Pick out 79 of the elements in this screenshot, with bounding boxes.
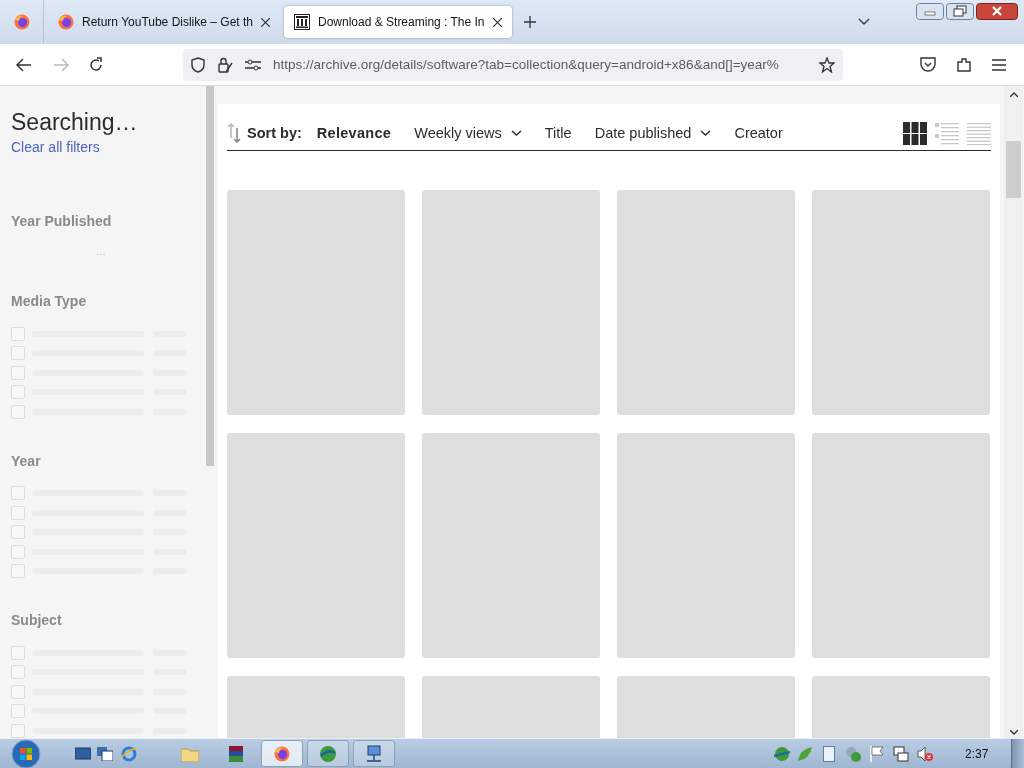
pocket-icon[interactable] xyxy=(920,57,936,72)
sort-arrows-icon xyxy=(227,123,241,143)
tab-list-icon[interactable] xyxy=(858,18,870,26)
checkbox[interactable] xyxy=(11,723,25,738)
sort-option[interactable]: Relevance xyxy=(316,125,392,141)
firefox-icon xyxy=(274,745,290,762)
checkbox[interactable] xyxy=(11,326,25,341)
globe-tray-icon[interactable] xyxy=(774,746,790,762)
puzzle-icon[interactable] xyxy=(956,56,972,73)
start-orb-icon[interactable] xyxy=(10,739,42,768)
sort-option[interactable]: Date published xyxy=(594,125,712,141)
forward-icon[interactable] xyxy=(53,57,69,72)
network-tray-icon[interactable] xyxy=(893,746,909,762)
sort-option[interactable]: Creator xyxy=(734,125,783,141)
globe-icon xyxy=(319,744,337,763)
flag-icon[interactable] xyxy=(870,746,884,762)
checkbox[interactable] xyxy=(11,665,25,680)
scroll-up-icon[interactable] xyxy=(1010,92,1018,97)
checkbox[interactable] xyxy=(11,365,25,380)
lock-icon[interactable] xyxy=(217,56,233,73)
sort-label: Sort by: xyxy=(247,125,302,141)
temple-icon xyxy=(294,14,310,30)
permissions-icon[interactable] xyxy=(245,58,261,71)
checkbox[interactable] xyxy=(11,525,25,540)
checkbox[interactable] xyxy=(11,505,25,520)
chevron-down-icon xyxy=(700,130,712,136)
windows-icon[interactable] xyxy=(97,747,113,761)
close-icon[interactable] xyxy=(976,3,1018,20)
muted-speaker-icon[interactable] xyxy=(917,746,933,762)
facet-heading: Media Type xyxy=(11,292,88,310)
new-tab-icon[interactable] xyxy=(523,16,536,28)
reload-icon[interactable] xyxy=(88,56,104,73)
scroll-down-icon[interactable] xyxy=(1010,730,1018,735)
status-heading: Searching… xyxy=(11,108,139,136)
checkbox[interactable] xyxy=(11,645,25,660)
menu-icon[interactable] xyxy=(992,58,1006,71)
shield-icon[interactable] xyxy=(191,56,205,73)
checkbox[interactable] xyxy=(11,486,25,501)
facet-heading: Year xyxy=(11,451,42,470)
taskbar-button[interactable] xyxy=(307,740,349,767)
checkbox[interactable] xyxy=(11,346,25,361)
checkbox[interactable] xyxy=(11,564,25,579)
checkbox[interactable] xyxy=(11,684,25,699)
scrollbar-thumb[interactable] xyxy=(1006,141,1021,198)
archiver-icon[interactable] xyxy=(228,745,244,763)
facet-heading: Year Published xyxy=(11,212,113,230)
minimize-icon[interactable] xyxy=(916,3,944,20)
checkbox[interactable] xyxy=(11,544,25,559)
checkbox[interactable] xyxy=(11,385,25,400)
star-icon[interactable] xyxy=(819,56,835,73)
desktop-icon[interactable] xyxy=(75,747,91,761)
network-computer-icon xyxy=(365,744,383,763)
chevron-down-icon xyxy=(510,130,522,136)
taskbar-button[interactable] xyxy=(353,740,395,767)
clear-filters-link[interactable]: Clear all filters xyxy=(11,139,100,155)
taskbar-button[interactable] xyxy=(261,740,303,767)
address-bar[interactable]: https://archive.org/details/software?tab=collection&query=android+x86&and[]=year% xyxy=(183,48,843,81)
document-tray-icon[interactable] xyxy=(823,746,835,762)
clock[interactable]: 2:37 xyxy=(965,747,989,761)
leaf-tray-icon[interactable] xyxy=(797,746,813,762)
firefox-icon xyxy=(58,14,74,30)
close-tab-icon[interactable] xyxy=(261,17,270,27)
facet-heading: Subject xyxy=(11,611,63,629)
browser-e-icon[interactable] xyxy=(121,746,137,762)
sort-option[interactable]: Title xyxy=(544,125,572,141)
back-icon[interactable] xyxy=(16,57,32,72)
checkbox[interactable] xyxy=(11,404,25,419)
browser-tab[interactable]: Download & Streaming : The In xyxy=(284,6,512,38)
firefox-view-icon xyxy=(13,14,30,30)
scrollbar[interactable] xyxy=(1004,86,1023,738)
browser-tab[interactable]: Return YouTube Dislike – Get th xyxy=(48,6,280,38)
close-tab-icon[interactable] xyxy=(492,17,502,27)
url-text: https://archive.org/details/software?tab=collection&query=android+x86&and[]=year% xyxy=(273,57,780,72)
sort-option[interactable]: Weekly views xyxy=(414,125,522,141)
grid-view-icon[interactable] xyxy=(903,121,927,145)
scrollbar-thumb[interactable] xyxy=(206,86,214,466)
checkbox[interactable] xyxy=(11,704,25,719)
security-tray-icon[interactable] xyxy=(845,746,861,762)
restore-icon[interactable] xyxy=(946,3,974,20)
